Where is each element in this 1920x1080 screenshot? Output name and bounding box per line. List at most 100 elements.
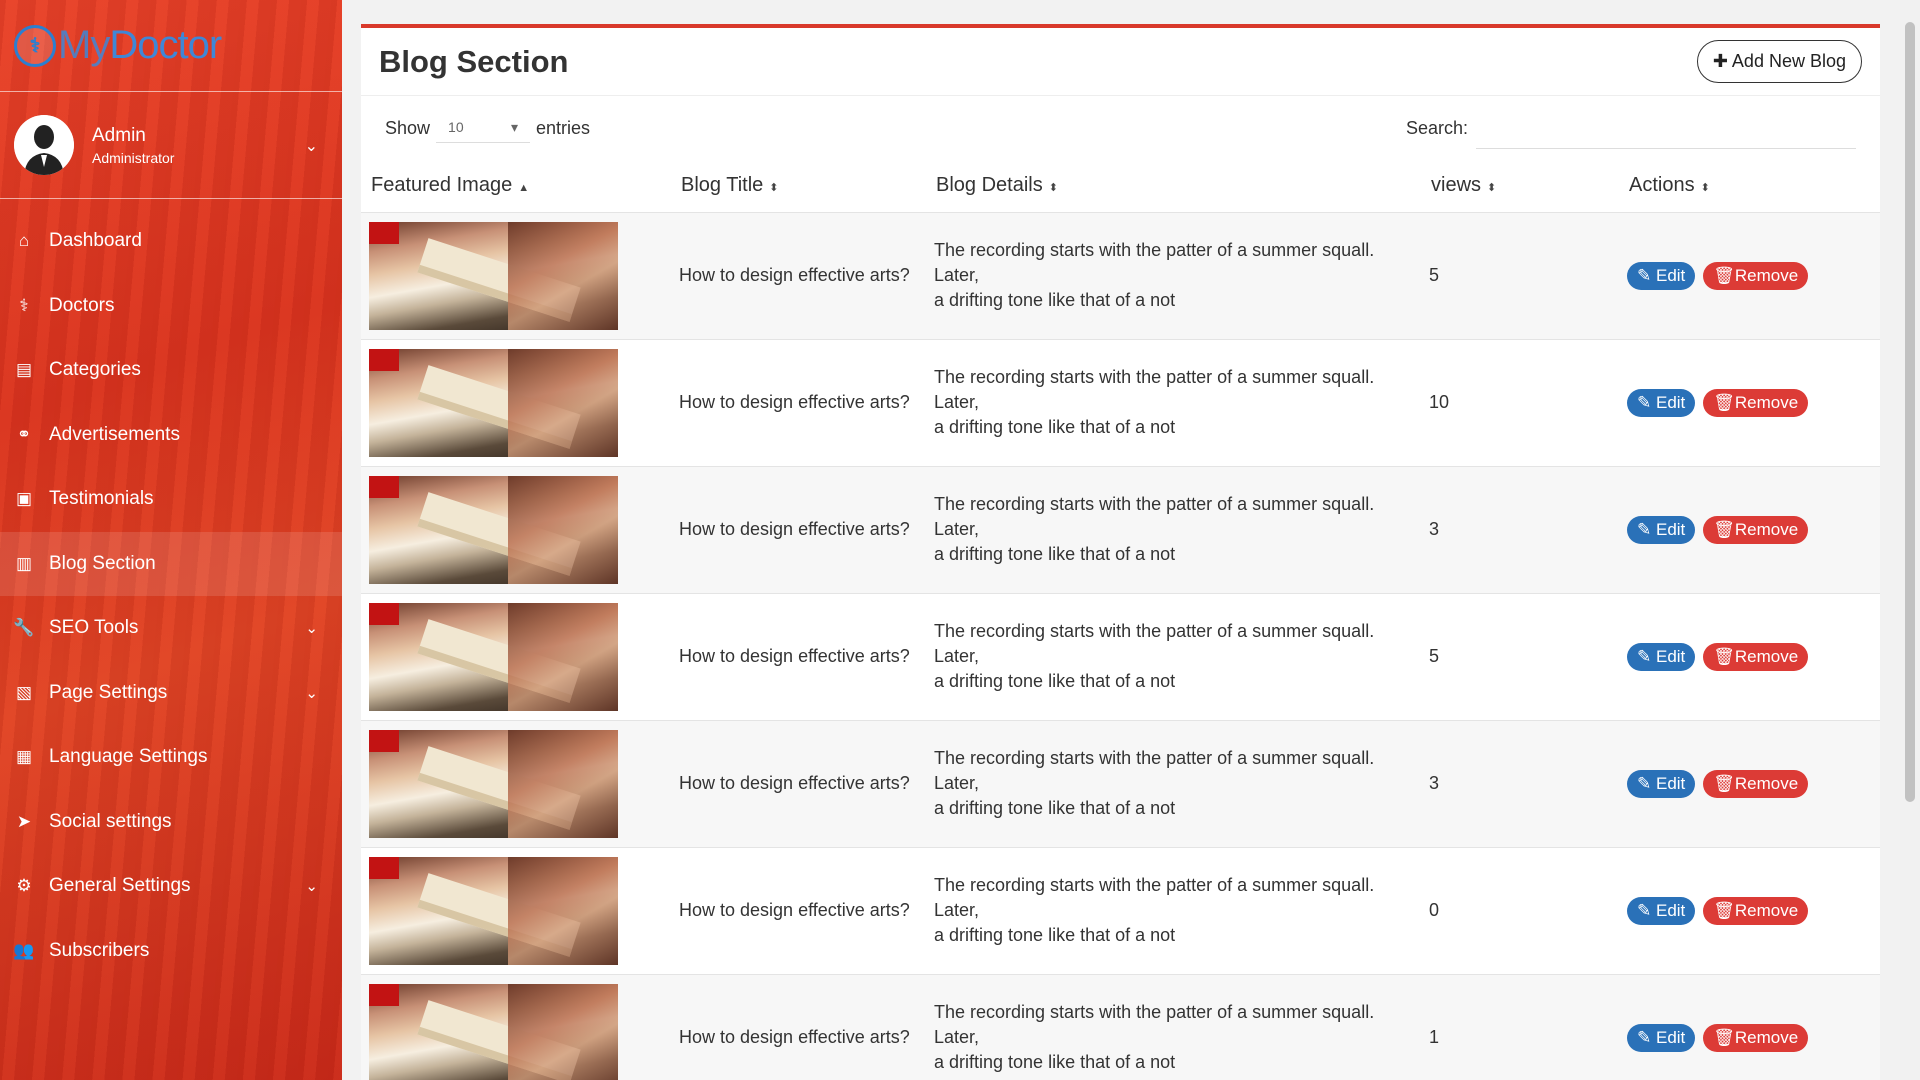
sidebar-item-doctors[interactable]: ⚕ Doctors (0, 274, 342, 339)
sidebar-item-label: Dashboard (49, 230, 142, 252)
panel-header: Blog Section ✚ Add New Blog (361, 28, 1880, 96)
trash-icon: 🗑 (1713, 773, 1735, 793)
edit-button[interactable]: ✎ Edit (1627, 642, 1696, 671)
chevron-down-icon[interactable]: ⌄ (305, 136, 318, 156)
caret-down-icon: ▾ (511, 119, 519, 135)
user-md-icon: ⚕ (19, 295, 29, 315)
featured-image (369, 348, 618, 457)
cogs-icon: ⚙ (16, 876, 32, 896)
views-count: 5 (1421, 211, 1619, 339)
edit-icon: ✎ (1637, 519, 1652, 539)
edit-button[interactable]: ✎ Edit (1627, 388, 1696, 417)
edit-button[interactable]: ✎ Edit (1627, 1023, 1696, 1052)
user-panel[interactable]: Admin Administrator ⌄ (0, 92, 342, 199)
actions-cell: ✎ Edit 🗑Remove (1619, 465, 1880, 593)
table-row: How to design effective arts? The record… (361, 211, 1880, 339)
sidebar-item-seo-tools[interactable]: 🔧 SEO Tools ⌄ (0, 596, 342, 661)
edit-button[interactable]: ✎ Edit (1627, 769, 1696, 798)
sort-icon: ⬍ (1487, 182, 1497, 195)
remove-button[interactable]: 🗑Remove (1703, 388, 1809, 417)
page-title: Blog Section (379, 43, 569, 79)
remove-button[interactable]: 🗑Remove (1703, 896, 1809, 925)
page-scrollbar[interactable] (1900, 0, 1920, 1080)
edit-button[interactable]: ✎ Edit (1627, 515, 1696, 544)
edit-icon: ✎ (1637, 265, 1652, 285)
views-count: 1 (1421, 973, 1619, 1080)
blog-title: How to design effective arts? (671, 973, 926, 1080)
featured-image-cell (361, 719, 671, 847)
add-new-blog-label: Add New Blog (1731, 51, 1846, 71)
brand[interactable]: ⚕ MyDoctor (0, 0, 342, 92)
sidebar-item-testimonials[interactable]: ▣ Testimonials (0, 467, 342, 532)
sidebar-item-label: Advertisements (49, 423, 180, 445)
file-text-icon: ▥ (15, 553, 33, 573)
table-row: How to design effective arts? The record… (361, 338, 1880, 466)
user-name: Admin (92, 124, 146, 146)
user-avatar-icon (14, 115, 74, 175)
edit-button[interactable]: ✎ Edit (1627, 261, 1696, 290)
actions-cell: ✎ Edit 🗑Remove (1619, 338, 1880, 466)
file-code-icon: ▧ (15, 682, 33, 702)
sidebar-item-categories[interactable]: ▤ Categories (0, 338, 342, 403)
add-new-blog-button[interactable]: ✚ Add New Blog (1696, 40, 1862, 83)
entries-value: 10 (448, 119, 464, 135)
wrench-icon: 🔧 (13, 618, 35, 638)
edit-button[interactable]: ✎ Edit (1627, 896, 1696, 925)
list-alt-icon: ▤ (15, 360, 33, 380)
featured-image-cell (361, 592, 671, 720)
chevron-down-icon: ⌄ (305, 878, 318, 896)
remove-button[interactable]: 🗑Remove (1703, 515, 1809, 544)
col-blog-title[interactable]: Blog Title ⬍ (671, 160, 926, 213)
featured-image-cell (361, 465, 671, 593)
sort-asc-icon: ▲ (518, 182, 530, 195)
blog-title: How to design effective arts? (671, 846, 926, 974)
blog-details: The recording starts with the patter of … (926, 211, 1421, 339)
entries-label: entries (536, 117, 591, 138)
sidebar-item-social-settings[interactable]: ➤ Social settings (0, 790, 342, 855)
views-count: 10 (1421, 338, 1619, 466)
sidebar-item-label: Blog Section (49, 552, 156, 574)
scrollbar-thumb[interactable] (1905, 22, 1915, 802)
featured-image-cell (361, 846, 671, 974)
sidebar-item-label: Subscribers (49, 939, 150, 961)
sidebar-item-page-settings[interactable]: ▧ Page Settings ⌄ (0, 661, 342, 726)
sidebar-item-dashboard[interactable]: ⌂ Dashboard (0, 209, 342, 274)
table-row: How to design effective arts? The record… (361, 719, 1880, 847)
blog-details: The recording starts with the patter of … (926, 973, 1421, 1080)
remove-button[interactable]: 🗑Remove (1703, 642, 1809, 671)
col-views[interactable]: views ⬍ (1421, 160, 1619, 213)
entries-select[interactable]: 10 ▾ (436, 113, 531, 143)
featured-image-cell (361, 211, 671, 339)
remove-button[interactable]: 🗑Remove (1703, 261, 1809, 290)
col-actions[interactable]: Actions ⬍ (1619, 160, 1880, 213)
table-row: How to design effective arts? The record… (361, 973, 1880, 1080)
search-label: Search: (1405, 117, 1468, 138)
trash-icon: 🗑 (1713, 265, 1735, 285)
edit-icon: ✎ (1637, 1027, 1652, 1047)
sidebar-item-label: Doctors (49, 294, 115, 316)
actions-cell: ✎ Edit 🗑Remove (1619, 846, 1880, 974)
sidebar-item-general-settings[interactable]: ⚙ General Settings ⌄ (0, 854, 342, 919)
blog-details: The recording starts with the patter of … (926, 846, 1421, 974)
language-icon: ▦ (15, 747, 33, 767)
blog-title: How to design effective arts? (671, 338, 926, 466)
sidebar-item-language-settings[interactable]: ▦ Language Settings (0, 725, 342, 790)
sidebar-item-advertisements[interactable]: ⚭ Advertisements (0, 403, 342, 468)
col-featured-image[interactable]: Featured Image ▲ (361, 160, 671, 213)
sidebar-item-subscribers[interactable]: 👥 Subscribers (0, 919, 342, 984)
blog-details: The recording starts with the patter of … (926, 338, 1421, 466)
blog-details: The recording starts with the patter of … (926, 592, 1421, 720)
col-blog-details[interactable]: Blog Details ⬍ (926, 160, 1421, 213)
trash-icon: 🗑 (1713, 900, 1735, 920)
sort-icon: ⬍ (769, 182, 779, 195)
blog-title: How to design effective arts? (671, 211, 926, 339)
search-input[interactable] (1476, 107, 1856, 149)
edit-icon: ✎ (1637, 900, 1652, 920)
sidebar-item-blog-section[interactable]: ▥ Blog Section (0, 531, 342, 596)
table-controls: Show 10 ▾ entries Search: (361, 96, 1880, 160)
remove-button[interactable]: 🗑Remove (1703, 769, 1809, 798)
remove-button[interactable]: 🗑Remove (1703, 1023, 1809, 1052)
featured-image-cell (361, 973, 671, 1080)
sidebar-item-label: Categories (49, 359, 141, 381)
sort-icon: ⬍ (1700, 182, 1710, 195)
